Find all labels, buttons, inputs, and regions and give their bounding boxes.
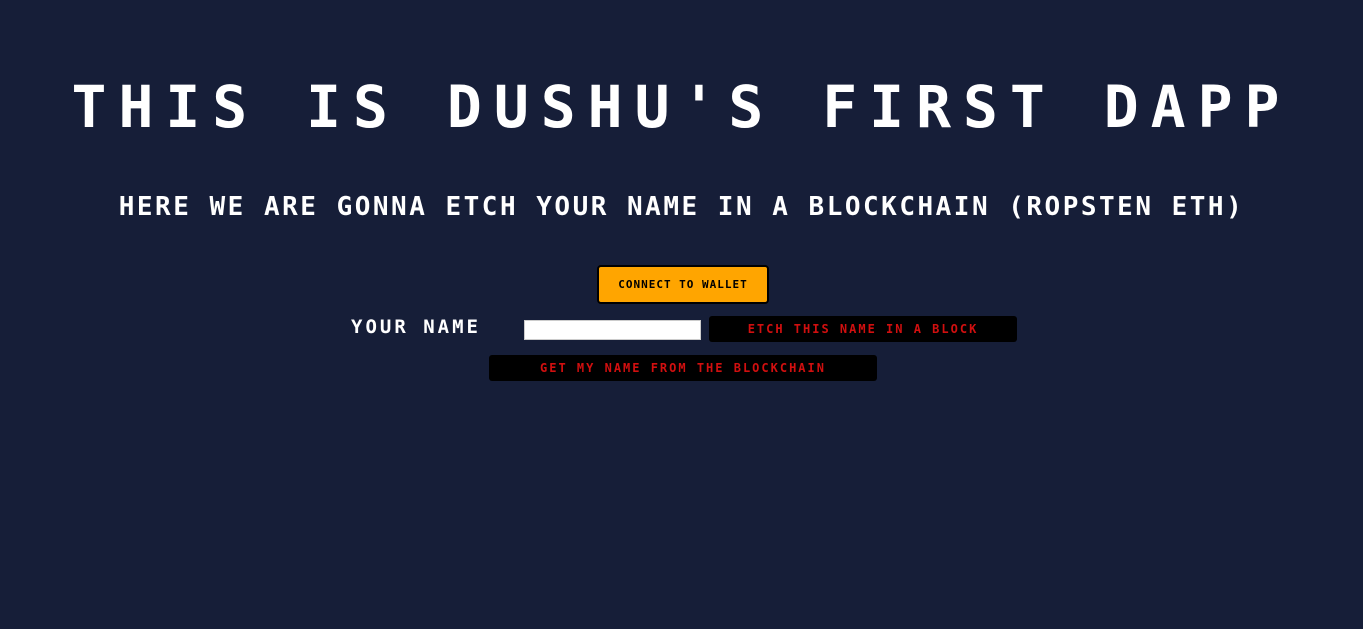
get-name-button[interactable]: GET MY NAME FROM THE BLOCKCHAIN [489, 355, 877, 381]
name-label: YOUR NAME [351, 316, 481, 338]
page-subtitle: HERE WE ARE GONNA ETCH YOUR NAME IN A BL… [118, 192, 1245, 222]
etch-name-button[interactable]: ETCH THIS NAME IN A BLOCK [709, 316, 1017, 342]
connect-wallet-button[interactable]: CONNECT TO WALLET [597, 265, 769, 304]
page-title: THIS IS DUSHU'S FIRST DAPP [71, 73, 1292, 141]
name-input[interactable] [524, 320, 701, 340]
